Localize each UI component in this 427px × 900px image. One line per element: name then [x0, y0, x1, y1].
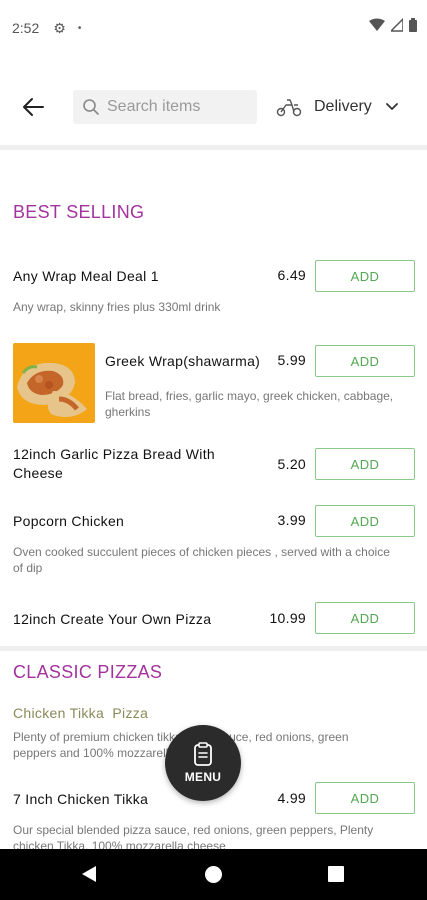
- wifi-icon: [369, 18, 385, 31]
- add-button[interactable]: ADD: [315, 448, 415, 480]
- item-description: Our special blended pizza sauce, red oni…: [13, 823, 374, 849]
- item-price: 4.99: [277, 790, 306, 806]
- item-price: 6.49: [277, 267, 306, 283]
- status-bar: 2:52 ⚙ •: [0, 0, 427, 56]
- chevron-down-icon: [385, 103, 398, 110]
- item-price: 5.20: [277, 456, 306, 472]
- item-price: 3.99: [277, 512, 306, 528]
- item-description: Flat bread, fries, garlic mayo, greek ch…: [105, 389, 394, 419]
- header-divider: [0, 145, 427, 150]
- menu-clipboard-icon: [194, 742, 212, 766]
- menu-button-label: MENU: [184, 770, 222, 784]
- section-divider: [0, 646, 427, 651]
- status-time: 2:52: [12, 20, 40, 36]
- cell-signal-icon: [391, 18, 403, 32]
- item-name: Any Wrap Meal Deal 1: [13, 268, 159, 284]
- item-name: Greek Wrap(shawarma): [105, 353, 261, 369]
- item-description: Any wrap, skinny fries plus 330ml drink: [13, 300, 221, 314]
- battery-icon: [409, 18, 417, 32]
- add-button[interactable]: ADD: [315, 602, 415, 634]
- item-name: 12inch Create Your Own Pizza: [13, 611, 212, 627]
- section-title-best-selling: BEST SELLING: [13, 202, 145, 222]
- nav-home-icon[interactable]: [205, 866, 222, 883]
- search-icon: [83, 99, 99, 115]
- back-arrow-icon: [23, 98, 44, 116]
- scooter-icon: [276, 99, 302, 117]
- settings-gear-icon: ⚙: [53, 19, 66, 36]
- search-input[interactable]: [107, 98, 247, 116]
- add-button[interactable]: ADD: [315, 782, 415, 814]
- delivery-selector[interactable]: Delivery: [276, 92, 398, 122]
- add-button[interactable]: ADD: [315, 345, 415, 377]
- item-name: Popcorn Chicken: [13, 513, 125, 529]
- back-button[interactable]: [18, 92, 48, 122]
- item-price: 10.99: [269, 610, 306, 626]
- subheading-chicken-tikka: Chicken Tikka Pizza: [13, 705, 149, 721]
- section-title-classic-pizzas: CLASSIC PIZZAS: [13, 662, 163, 682]
- notification-dot: •: [77, 22, 82, 34]
- greek-wrap-image: [13, 343, 95, 423]
- item-description: Oven cooked succulent pieces of chicken …: [13, 545, 390, 575]
- add-button[interactable]: ADD: [315, 505, 415, 537]
- nav-recents-icon[interactable]: [328, 866, 344, 882]
- menu-button[interactable]: MENU: [165, 725, 241, 801]
- status-icons: [369, 18, 417, 32]
- item-name: 12inch Garlic Pizza Bread With Cheese: [13, 446, 215, 481]
- item-price: 5.99: [277, 352, 306, 368]
- add-button[interactable]: ADD: [315, 260, 415, 292]
- system-navigation-bar: [0, 849, 427, 900]
- header: Delivery: [0, 78, 427, 138]
- delivery-label: Delivery: [314, 98, 372, 115]
- search-box[interactable]: [73, 90, 257, 124]
- nav-back-icon[interactable]: [80, 865, 98, 883]
